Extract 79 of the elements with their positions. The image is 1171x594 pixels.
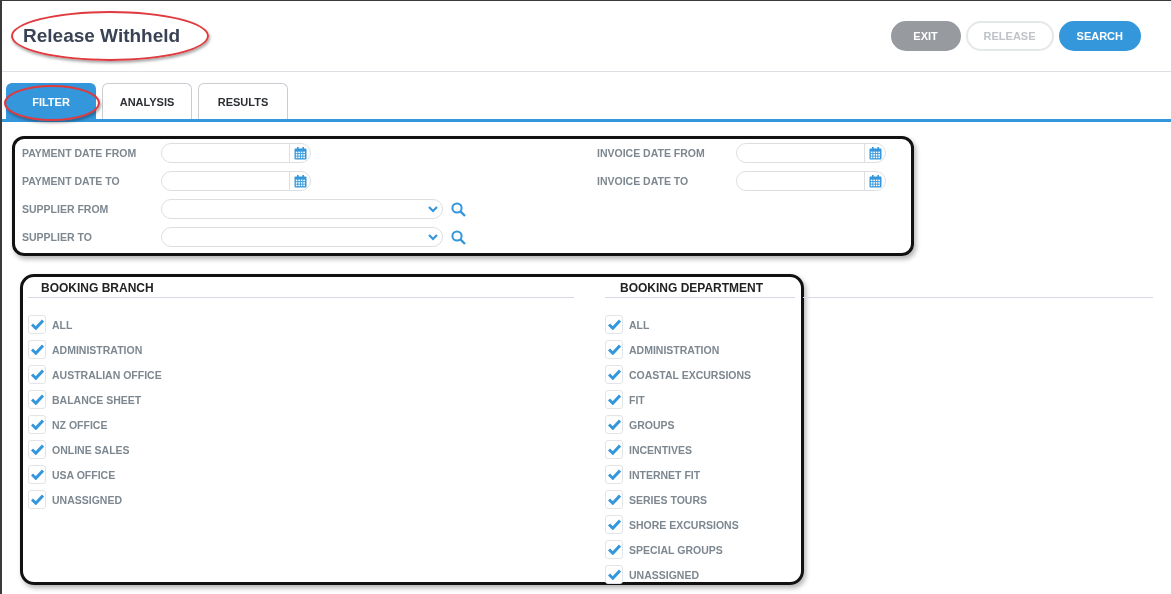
chevron-down-icon[interactable]: [428, 233, 438, 241]
calendar-icon[interactable]: [868, 146, 882, 160]
field-label: INVOICE DATE FROM: [597, 147, 706, 159]
checkbox-label: AUSTRALIAN OFFICE: [52, 368, 162, 381]
checkbox[interactable]: [605, 565, 623, 584]
checkbox-label: SHORE EXCURSIONS: [629, 518, 739, 531]
search-icon[interactable]: [451, 229, 466, 245]
checkbox[interactable]: [605, 465, 623, 484]
checkbox[interactable]: [605, 315, 623, 334]
checkbox-label: NZ OFFICE: [52, 418, 108, 431]
search-icon[interactable]: [451, 201, 466, 217]
page-title: Release Withheld: [23, 25, 181, 47]
checkmark-icon: [30, 419, 44, 430]
checkbox[interactable]: [605, 365, 623, 384]
checkbox[interactable]: [28, 315, 46, 334]
checkbox[interactable]: [605, 440, 623, 459]
checkbox-label: ADMINISTRATION: [629, 343, 720, 356]
field-label: SUPPLIER TO: [22, 231, 93, 243]
tab[interactable]: RESULTS: [198, 83, 288, 119]
field-label: INVOICE DATE TO: [597, 175, 690, 187]
checkmark-icon: [30, 394, 44, 405]
checkbox-label: ADMINISTRATION: [52, 343, 143, 356]
checkbox[interactable]: [28, 365, 46, 384]
checkmark-icon: [30, 369, 44, 380]
checkbox[interactable]: [28, 340, 46, 359]
checkmark-icon: [30, 469, 44, 480]
checkbox[interactable]: [605, 540, 623, 559]
checkbox[interactable]: [28, 490, 46, 509]
field-label: SUPPLIER FROM: [22, 203, 110, 215]
checkmark-icon: [30, 444, 44, 455]
checkbox[interactable]: [28, 465, 46, 484]
checkbox[interactable]: [605, 390, 623, 409]
checkbox[interactable]: [28, 440, 46, 459]
checkmark-icon: [607, 419, 621, 430]
checkbox-label: BALANCE SHEET: [52, 393, 142, 406]
checkbox[interactable]: [605, 340, 623, 359]
checkbox-label: UNASSIGNED: [629, 568, 699, 581]
checkbox[interactable]: [605, 515, 623, 534]
action-button[interactable]: EXIT: [890, 21, 961, 51]
checkbox-label: ALL: [52, 318, 73, 331]
field-label: PAYMENT DATE TO: [22, 175, 121, 187]
tab[interactable]: FILTER: [6, 83, 96, 119]
checkmark-icon: [607, 544, 621, 555]
calendar-icon[interactable]: [293, 174, 307, 188]
field-label: PAYMENT DATE FROM: [22, 147, 138, 159]
checkbox-label: ALL: [629, 318, 650, 331]
checkbox-label: INTERNET FIT: [629, 468, 701, 481]
checkmark-icon: [607, 519, 621, 530]
section-heading: BOOKING BRANCH: [40, 281, 155, 297]
checkmark-icon: [30, 494, 44, 505]
tab[interactable]: ANALYSIS: [102, 83, 192, 119]
checkbox-label: SERIES TOURS: [629, 493, 707, 506]
checkmark-icon: [607, 394, 621, 405]
checkbox-label: COASTAL EXCURSIONS: [629, 368, 752, 381]
checkbox-label: UNASSIGNED: [52, 493, 122, 506]
checkbox[interactable]: [605, 415, 623, 434]
checkmark-icon: [607, 569, 621, 580]
checkbox-label: FIT: [629, 393, 645, 406]
checkbox[interactable]: [28, 415, 46, 434]
checkbox-label: USA OFFICE: [52, 468, 116, 481]
checkbox-label: INCENTIVES: [629, 443, 692, 456]
checkbox[interactable]: [28, 390, 46, 409]
action-button[interactable]: SEARCH: [1058, 21, 1141, 51]
section-heading: BOOKING DEPARTMENT: [619, 281, 765, 297]
calendar-icon[interactable]: [868, 174, 882, 188]
checkbox-label: SPECIAL GROUPS: [629, 543, 723, 556]
checkmark-icon: [607, 344, 621, 355]
checkmark-icon: [607, 469, 621, 480]
checkbox-label: ONLINE SALES: [52, 443, 130, 456]
checkmark-icon: [607, 369, 621, 380]
checkmark-icon: [607, 494, 621, 505]
checkmark-icon: [30, 319, 44, 330]
chevron-down-icon[interactable]: [428, 205, 438, 213]
checkmark-icon: [607, 319, 621, 330]
checkmark-icon: [30, 344, 44, 355]
calendar-icon[interactable]: [293, 146, 307, 160]
checkbox-label: GROUPS: [629, 418, 675, 431]
checkbox[interactable]: [605, 490, 623, 509]
checkmark-icon: [607, 444, 621, 455]
